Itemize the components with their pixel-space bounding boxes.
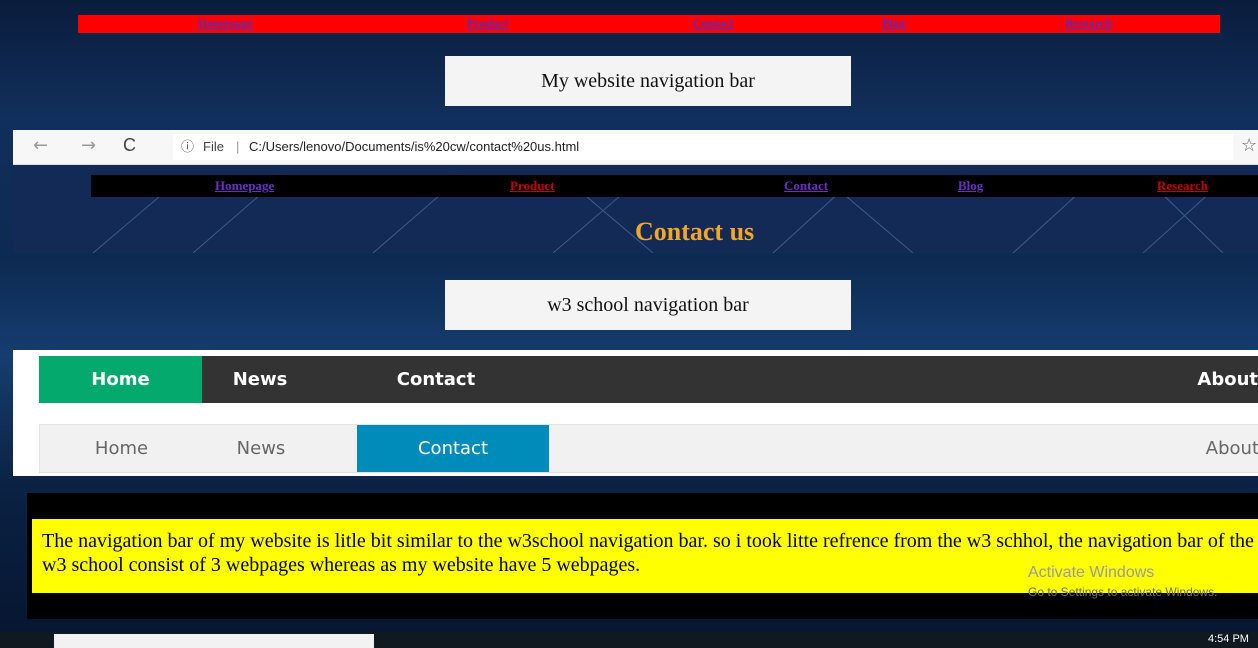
reload-icon[interactable]: C (123, 135, 136, 156)
note-section: The navigation bar of my website is litl… (27, 493, 1258, 619)
page-nav-bar: Homepage Product Contact Blog Research (91, 175, 1258, 197)
taskbar-search-box[interactable] (54, 634, 374, 648)
file-scheme-label: File (203, 139, 224, 154)
page-nav-contact-link[interactable]: Contact (784, 178, 828, 194)
browser-toolbar: ← → C ⓘ File | C:/Users/lenovo/Documents… (13, 130, 1258, 165)
my-website-caption: My website navigation bar (445, 56, 851, 106)
windows-taskbar: 4:54 PM (0, 632, 1258, 648)
page-title: Contact us (635, 217, 755, 246)
top-nav-research-link[interactable]: Research (1065, 16, 1112, 31)
w3-light-nav-bar: Home News Contact About (39, 424, 1258, 473)
activate-windows-watermark: Activate Windows (1028, 564, 1155, 581)
w3-dark-nav-bar: Home News Contact About (39, 356, 1258, 403)
top-nav-contact-link[interactable]: Contact (693, 16, 734, 31)
light-nav-contact[interactable]: Contact (357, 425, 549, 472)
site-info-icon[interactable]: ⓘ (181, 134, 194, 160)
light-nav-news[interactable]: News (203, 425, 319, 472)
top-nav-product-link[interactable]: Product (467, 16, 508, 31)
page-nav-research-link[interactable]: Research (1157, 178, 1208, 194)
page-nav-homepage-link[interactable]: Homepage (215, 178, 274, 194)
dark-nav-home[interactable]: Home (39, 356, 202, 403)
forward-icon[interactable]: → (81, 135, 96, 156)
top-nav-homepage-link[interactable]: Homepage (198, 16, 253, 31)
activate-windows-subtitle: Go to Settings to activate Windows. (1028, 585, 1218, 599)
my-website-nav-bar: Homepage Product Contact Blog Research (78, 15, 1220, 33)
back-icon[interactable]: ← (33, 135, 48, 156)
page-nav-product-link[interactable]: Product (510, 178, 555, 194)
top-nav-blog-link[interactable]: Blog (882, 16, 905, 31)
light-nav-about[interactable]: About (1130, 425, 1258, 472)
dark-nav-news[interactable]: News (202, 356, 318, 403)
dark-nav-about[interactable]: About (1129, 356, 1258, 403)
address-separator: | (236, 139, 240, 154)
light-nav-home[interactable]: Home (40, 425, 203, 472)
page-banner: Homepage Product Contact Blog Research C… (13, 165, 1258, 253)
url-text[interactable]: C:/Users/lenovo/Documents/is%20cw/contac… (249, 134, 579, 160)
dark-nav-contact[interactable]: Contact (359, 356, 513, 403)
taskbar-clock[interactable]: 4:54 PM (1208, 633, 1249, 645)
page-nav-blog-link[interactable]: Blog (958, 178, 983, 194)
address-bar[interactable]: ⓘ File | C:/Users/lenovo/Documents/is%20… (173, 134, 1233, 160)
bookmark-icon[interactable]: ☆ (1241, 135, 1257, 156)
w3school-caption: w3 school navigation bar (445, 280, 851, 330)
w3school-nav-panel: Home News Contact About Home News Contac… (13, 350, 1258, 476)
